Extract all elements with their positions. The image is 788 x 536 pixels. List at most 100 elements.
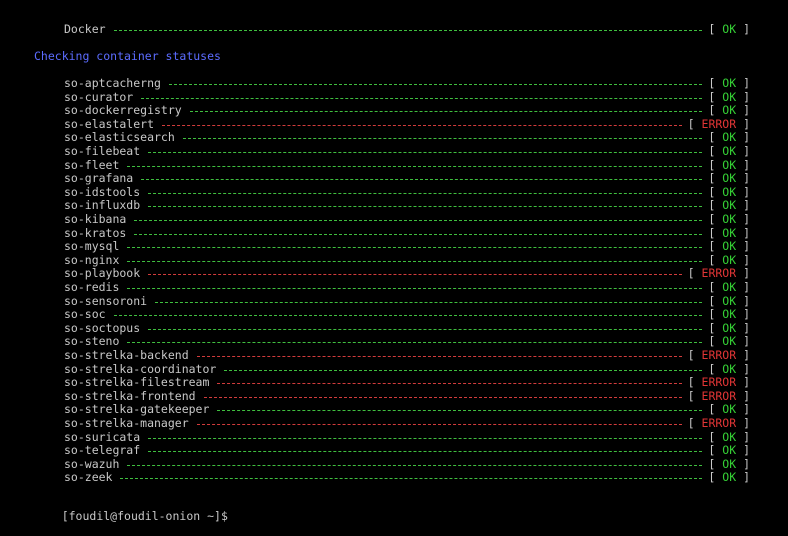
dashed-leader (224, 370, 703, 371)
status-ok-text: OK (722, 307, 737, 321)
service-name: so-elasticsearch (64, 130, 175, 144)
dashed-leader (127, 288, 703, 289)
status-error-text: ERROR (701, 375, 737, 389)
service-name: so-dockerregistry (64, 103, 182, 117)
terminal-window[interactable]: Docker [ OK ] Checking container statuse… (0, 0, 788, 523)
service-name: so-zeek (64, 470, 113, 484)
dashed-leader (196, 424, 682, 425)
service-status: [ OK ] (708, 103, 750, 117)
status-ok-text: OK (722, 212, 737, 226)
service-row: so-strelka-backend [ ERROR ] (64, 349, 750, 362)
service-row: so-soc [ OK ] (64, 308, 750, 321)
service-name: so-strelka-filestream (64, 375, 210, 389)
service-status: [ ERROR ] (687, 266, 750, 280)
dashed-leader (168, 84, 703, 85)
dashed-leader (127, 342, 703, 343)
service-row: so-filebeat [ OK ] (64, 145, 750, 158)
service-row: so-sensoroni[ OK ] (64, 295, 750, 308)
service-status: [ OK ] (708, 76, 750, 90)
service-status: [ OK ] (708, 239, 750, 253)
service-status: [ OK ] (708, 212, 750, 226)
status-ok-text: OK (722, 430, 737, 444)
service-name: so-strelka-manager (64, 416, 189, 430)
service-status: [ OK ] (708, 443, 750, 457)
service-row: so-zeek [ OK ] (64, 471, 750, 484)
service-status: [ OK ] (708, 334, 750, 348)
docker-label: Docker (64, 22, 106, 36)
service-name: so-aptcacherng (64, 76, 161, 90)
service-name: so-mysql (64, 239, 120, 253)
dashed-leader (141, 179, 703, 180)
dashed-leader (217, 383, 682, 384)
service-name: so-kibana (64, 212, 127, 226)
service-row: so-strelka-filestream [ ERROR ] (64, 376, 750, 389)
status-ok-text: OK (722, 457, 737, 471)
docker-status-row: Docker [ OK ] (64, 23, 750, 36)
service-status: [ OK ] (708, 470, 750, 484)
service-status: [ ERROR ] (687, 375, 750, 389)
service-row: so-dockerregistry [ OK ] (64, 104, 750, 117)
status-ok-text: OK (722, 402, 737, 416)
dashed-leader (141, 98, 703, 99)
docker-status: [ OK ] (708, 22, 750, 36)
service-row: so-grafana [ OK ] (64, 172, 750, 185)
status-ok-text: OK (722, 334, 737, 348)
status-ok-text: OK (722, 226, 737, 240)
service-row: so-kibana [ OK ] (64, 213, 750, 226)
dashed-leader (127, 261, 703, 262)
dashed-leader (148, 274, 682, 275)
dashed-leader (120, 478, 703, 479)
status-error-text: ERROR (701, 117, 737, 131)
service-name: so-filebeat (64, 144, 141, 158)
service-name: so-soc (64, 307, 106, 321)
dashed-leader (189, 111, 703, 112)
service-row: so-playbook [ ERROR ] (64, 267, 750, 280)
service-status: [ OK ] (708, 130, 750, 144)
status-ok-text: OK (722, 76, 737, 90)
service-name: so-influxdb (64, 198, 141, 212)
shell-prompt[interactable]: [foudil@foudil-onion ~]$ (34, 497, 228, 523)
dashed-leader (155, 302, 703, 303)
service-row: so-kratos[ OK ] (64, 227, 750, 240)
service-row: so-redis [ OK ] (64, 281, 750, 294)
dashed-leader (196, 356, 682, 357)
service-name: so-steno (64, 334, 120, 348)
status-error-text: ERROR (701, 348, 737, 362)
service-status: [ OK ] (708, 171, 750, 185)
dashed-leader (127, 166, 703, 167)
status-ok-text: OK (722, 470, 737, 484)
service-row: so-aptcacherng [ OK ] (64, 77, 750, 90)
service-status: [ OK ] (708, 198, 750, 212)
status-ok-text: OK (722, 253, 737, 267)
dashed-leader (148, 193, 703, 194)
status-ok-text: OK (722, 171, 737, 185)
service-row: so-strelka-gatekeeper [ OK ] (64, 403, 750, 416)
service-row: so-suricata[ OK ] (64, 431, 750, 444)
status-ok-text: OK (722, 443, 737, 457)
service-row: so-strelka-manager [ ERROR ] (64, 417, 750, 430)
service-row: so-influxdb [ OK ] (64, 199, 750, 212)
dashed-leader (127, 247, 703, 248)
status-ok-text: OK (722, 158, 737, 172)
status-ok-text: OK (722, 185, 737, 199)
service-name: so-redis (64, 280, 120, 294)
service-row: so-idstools[ OK ] (64, 186, 750, 199)
status-ok-text: OK (722, 90, 737, 104)
status-ok-text: OK (722, 198, 737, 212)
dashed-leader (113, 30, 703, 31)
service-status: [ OK ] (708, 402, 750, 416)
dashed-leader (217, 410, 703, 411)
service-status: [ OK ] (708, 280, 750, 294)
status-error-text: ERROR (701, 416, 737, 430)
status-ok-text: OK (722, 130, 737, 144)
dashed-leader (113, 315, 703, 316)
status-ok-text: OK (722, 280, 737, 294)
dashed-leader (148, 206, 703, 207)
status-error-text: ERROR (701, 389, 737, 403)
status-error-text: ERROR (701, 266, 737, 280)
service-name: so-telegraf (64, 443, 141, 457)
service-name: so-playbook (64, 266, 141, 280)
docker-status-text: OK (722, 22, 737, 36)
service-row: so-soctopus[ OK ] (64, 322, 750, 335)
dashed-leader (182, 138, 703, 139)
